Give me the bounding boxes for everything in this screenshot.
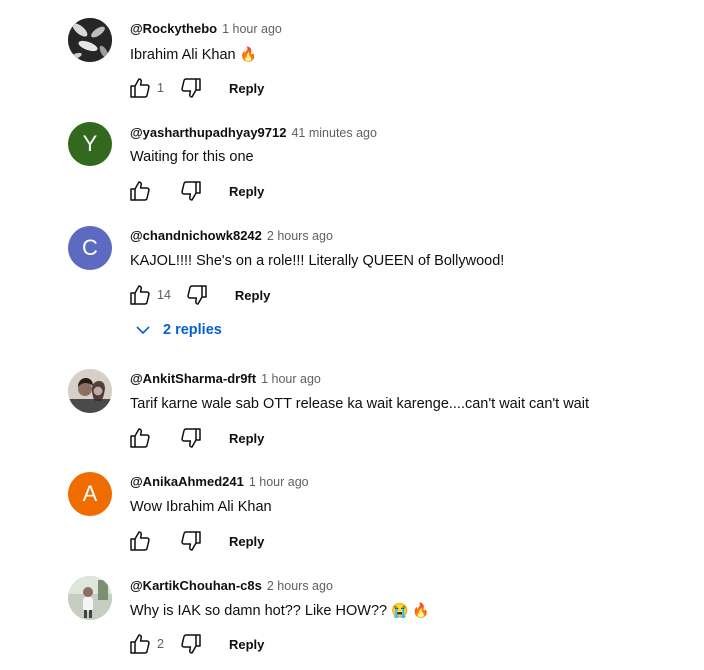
comment-author[interactable]: @AnkitSharma-dr9ft	[130, 371, 256, 386]
outdoor-photo-avatar-icon	[68, 576, 112, 620]
comment-time[interactable]: 2 hours ago	[267, 229, 333, 243]
thumbs-up-icon[interactable]	[128, 76, 152, 100]
avatar-letter: A	[82, 481, 98, 506]
crying-fire-emoji-icon: 😭 🔥	[391, 602, 430, 618]
like-count: 1	[157, 81, 164, 95]
comment-actions: Reply	[128, 529, 264, 553]
comment-author[interactable]: @AnikaAhmed241	[130, 474, 244, 489]
comment-text: Tarif karne wale sab OTT release ka wait…	[130, 396, 590, 412]
reply-button[interactable]: Reply	[235, 288, 270, 303]
reply-button[interactable]: Reply	[229, 431, 264, 446]
comment-author[interactable]: @Rockythebo	[130, 21, 217, 36]
thumbs-up-icon[interactable]	[128, 426, 152, 450]
thumbs-down-icon[interactable]	[179, 179, 203, 203]
avatar[interactable]: C	[68, 226, 112, 270]
thumbs-up-icon[interactable]	[128, 179, 152, 203]
chevron-down-icon	[136, 326, 150, 335]
thumbs-down-icon[interactable]	[185, 283, 209, 307]
comment-header: @AnikaAhmed241 1 hour ago	[130, 474, 309, 489]
couple-photo-avatar-icon	[68, 369, 112, 413]
comment-actions: Reply	[128, 426, 264, 450]
thumbs-up-icon[interactable]	[128, 529, 152, 553]
fire-emoji-icon: 🔥	[239, 46, 258, 62]
comment-header: @chandnichowk8242 2 hours ago	[130, 228, 333, 243]
reply-button[interactable]: Reply	[229, 534, 264, 549]
thumbs-up-icon[interactable]	[128, 283, 152, 307]
comment-time[interactable]: 1 hour ago	[249, 475, 309, 489]
comment-text: KAJOL!!!! She's on a role!!! Literally Q…	[130, 253, 505, 269]
comment-text-row: Why is IAK so damn hot?? Like HOW?? 😭 🔥	[130, 602, 430, 619]
replies-label: 2 replies	[163, 322, 222, 338]
avatar[interactable]: Y	[68, 122, 112, 166]
view-replies-button[interactable]: 2 replies	[135, 322, 222, 338]
avatar-letter: C	[82, 235, 98, 260]
avatar[interactable]	[68, 369, 112, 413]
reply-button[interactable]: Reply	[229, 81, 264, 96]
reply-button[interactable]: Reply	[229, 637, 264, 652]
comment-header: @yasharthupadhyay9712 41 minutes ago	[130, 125, 377, 140]
comment-author[interactable]: @KartikChouhan-c8s	[130, 578, 262, 593]
comment-header: @Rockythebo 1 hour ago	[130, 21, 282, 36]
comment-text: Wow Ibrahim Ali Khan	[130, 499, 272, 515]
like-count: 14	[157, 288, 171, 302]
comment-actions: 14 Reply	[128, 283, 270, 307]
comment-author[interactable]: @yasharthupadhyay9712	[130, 125, 286, 140]
like-count: 2	[157, 637, 164, 651]
comment-author[interactable]: @chandnichowk8242	[130, 228, 262, 243]
avatar[interactable]	[68, 576, 112, 620]
thumbs-up-icon[interactable]	[128, 632, 152, 656]
comment-time[interactable]: 1 hour ago	[222, 22, 282, 36]
avatar-letter: Y	[82, 131, 98, 156]
reply-button[interactable]: Reply	[229, 184, 264, 199]
thumbs-down-icon[interactable]	[179, 529, 203, 553]
comment-actions: Reply	[128, 179, 264, 203]
avatar[interactable]	[68, 18, 112, 62]
comment-text: Ibrahim Ali Khan	[130, 47, 236, 63]
leaf-pattern-avatar-icon	[68, 18, 112, 62]
comment-time[interactable]: 1 hour ago	[261, 372, 321, 386]
thumbs-down-icon[interactable]	[179, 76, 203, 100]
comment-header: @AnkitSharma-dr9ft 1 hour ago	[130, 371, 321, 386]
comment-time[interactable]: 41 minutes ago	[291, 126, 376, 140]
thumbs-down-icon[interactable]	[179, 632, 203, 656]
comment-header: @KartikChouhan-c8s 2 hours ago	[130, 578, 333, 593]
comment-text: Why is IAK so damn hot?? Like HOW??	[130, 603, 388, 619]
thumbs-down-icon[interactable]	[179, 426, 203, 450]
comment-time[interactable]: 2 hours ago	[267, 579, 333, 593]
comment-text: Waiting for this one	[130, 149, 254, 165]
comment-text-row: Ibrahim Ali Khan 🔥	[130, 46, 257, 63]
comment-actions: 2 Reply	[128, 632, 264, 656]
avatar[interactable]: A	[68, 472, 112, 516]
comment-actions: 1 Reply	[128, 76, 264, 100]
